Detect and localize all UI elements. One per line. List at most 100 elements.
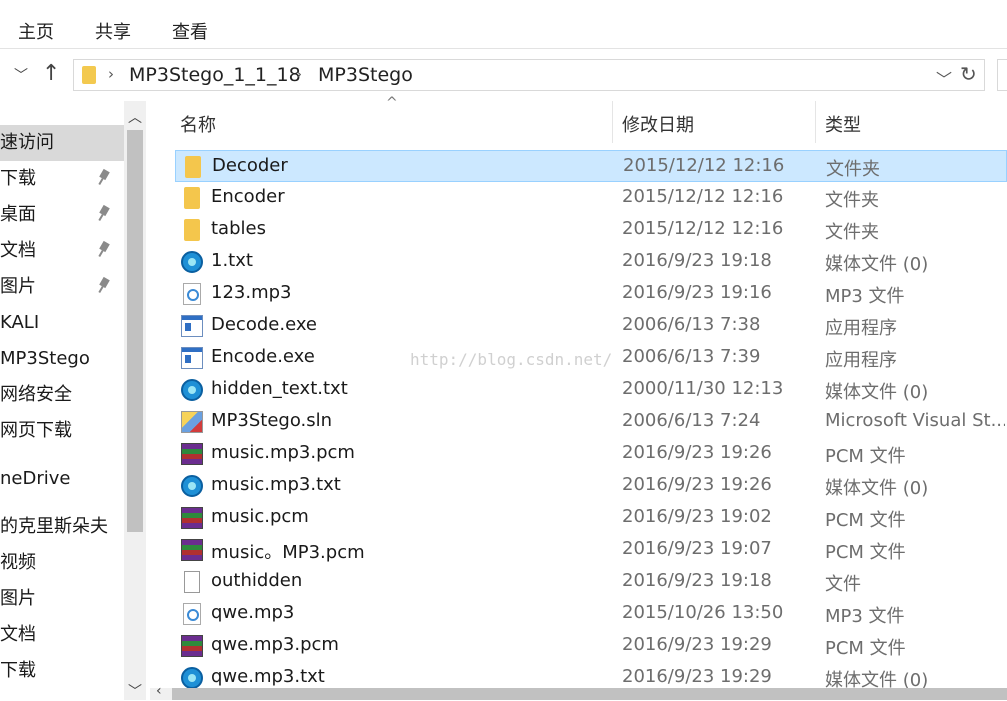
column-header-date[interactable]: 修改日期 xyxy=(622,111,694,137)
breadcrumb-mp3stego[interactable]: MP3Stego xyxy=(318,64,413,86)
file-date: 2016/9/23 19:26 xyxy=(622,442,772,463)
scroll-up-arrow-icon[interactable]: ︿ xyxy=(128,107,142,127)
file-date: 2016/9/23 19:18 xyxy=(622,570,772,591)
recent-locations-chevron-icon[interactable]: ﹀ xyxy=(14,65,28,85)
tab-share[interactable]: 共享 xyxy=(95,18,131,44)
file-row-decode-exe[interactable]: Decode.exe 2006/6/13 7:38 应用程序 xyxy=(175,310,1007,342)
sidebar-item-downloads[interactable]: 下载 xyxy=(0,161,124,197)
file-name: Encoder xyxy=(211,186,285,207)
file-date: 2015/10/26 13:50 xyxy=(622,602,784,623)
scrollbar-thumb[interactable] xyxy=(127,130,143,532)
file-type: MP3 文件 xyxy=(825,606,905,627)
sidebar-item-documents-pc[interactable]: 文档 xyxy=(0,617,124,653)
scrollbar-thumb[interactable] xyxy=(172,688,1007,700)
sidebar-item-label: 网页下载 xyxy=(0,420,72,441)
file-row-music-mp3-pcm[interactable]: music.mp3.pcm 2016/9/23 19:26 PCM 文件 xyxy=(175,438,1007,470)
file-row-music-mp3-txt[interactable]: music.mp3.txt 2016/9/23 19:26 媒体文件 (0) xyxy=(175,470,1007,502)
tab-view[interactable]: 查看 xyxy=(172,18,208,44)
sidebar-item-this-pc[interactable]: 的克里斯朵夫 xyxy=(0,509,124,545)
sidebar-item-quick-access[interactable]: 速访问 xyxy=(0,125,124,161)
file-list: Decoder 2015/12/12 12:16 文件夹 Encoder 201… xyxy=(150,150,1007,688)
sort-ascending-icon: ^ xyxy=(386,95,398,111)
column-divider[interactable] xyxy=(815,101,816,143)
file-date: 2000/11/30 12:13 xyxy=(622,378,784,399)
sidebar-item-label: MP3Stego xyxy=(0,348,90,369)
file-name: tables xyxy=(211,218,266,239)
file-row-music-pcm[interactable]: music.pcm 2016/9/23 19:02 PCM 文件 xyxy=(175,502,1007,534)
file-name: qwe.mp3.pcm xyxy=(211,634,339,655)
sidebar-item-onedrive[interactable]: neDrive xyxy=(0,461,124,497)
column-header-type[interactable]: 类型 xyxy=(825,111,861,137)
file-name: Encode.exe xyxy=(211,346,315,367)
file-row-encoder[interactable]: Encoder 2015/12/12 12:16 文件夹 xyxy=(175,182,1007,214)
file-row-123-mp3[interactable]: 123.mp3 2016/9/23 19:16 MP3 文件 xyxy=(175,278,1007,310)
sidebar-item-pictures[interactable]: 图片 xyxy=(0,269,124,305)
chevron-right-icon[interactable]: › xyxy=(296,65,302,83)
archive-icon xyxy=(181,635,203,657)
file-row-1-txt[interactable]: 1.txt 2016/9/23 19:18 媒体文件 (0) xyxy=(175,246,1007,278)
file-row-qwe-mp3-pcm[interactable]: qwe.mp3.pcm 2016/9/23 19:29 PCM 文件 xyxy=(175,630,1007,662)
refresh-icon[interactable]: ↻ xyxy=(960,62,977,86)
pin-icon xyxy=(98,206,110,222)
sidebar-item-downloads-pc[interactable]: 下载 xyxy=(0,653,124,689)
sidebar-item-documents[interactable]: 文档 xyxy=(0,233,124,269)
breadcrumb-mp3stego-1-1-18[interactable]: MP3Stego_1_1_18 xyxy=(129,64,301,86)
sidebar-item-network-security[interactable]: 网络安全 xyxy=(0,377,124,413)
file-row-mp3stego-sln[interactable]: MP3Stego.sln 2006/6/13 7:24 Microsoft Vi… xyxy=(175,406,1007,438)
pin-icon xyxy=(98,242,110,258)
exe-icon xyxy=(181,315,203,337)
exe-icon xyxy=(181,347,203,369)
sidebar-item-label: 图片 xyxy=(0,276,36,297)
sidebar-item-label: neDrive xyxy=(0,468,71,489)
tab-home[interactable]: 主页 xyxy=(18,18,54,44)
search-input[interactable] xyxy=(997,59,1007,91)
archive-icon xyxy=(181,507,203,529)
media-file-icon xyxy=(181,667,203,688)
folder-icon xyxy=(184,187,200,209)
file-row-hidden-text-txt[interactable]: hidden_text.txt 2000/11/30 12:13 媒体文件 (0… xyxy=(175,374,1007,406)
sidebar-item-web-downloads[interactable]: 网页下载 xyxy=(0,413,124,449)
file-date: 2016/9/23 19:02 xyxy=(622,506,772,527)
file-row-qwe-mp3[interactable]: qwe.mp3 2015/10/26 13:50 MP3 文件 xyxy=(175,598,1007,630)
chevron-down-icon[interactable]: ﹀ xyxy=(936,66,952,90)
file-type: 文件夹 xyxy=(826,159,880,180)
file-row-qwe-mp3-txt[interactable]: qwe.mp3.txt 2016/9/23 19:29 媒体文件 (0) xyxy=(175,662,1007,688)
sidebar-item-videos[interactable]: 视频 xyxy=(0,545,124,581)
file-type: PCM 文件 xyxy=(825,510,906,531)
file-type: 文件夹 xyxy=(825,190,879,211)
archive-icon xyxy=(181,443,203,465)
file-name: Decode.exe xyxy=(211,314,317,335)
file-date: 2006/6/13 7:24 xyxy=(622,410,761,431)
file-date: 2015/12/12 12:16 xyxy=(622,186,784,207)
file-type: PCM 文件 xyxy=(825,446,906,467)
horizontal-scrollbar[interactable]: ‹ xyxy=(150,683,1007,700)
sidebar-item-kali[interactable]: KALI xyxy=(0,305,124,341)
file-row-decoder[interactable]: Decoder 2015/12/12 12:16 文件夹 xyxy=(175,150,1007,182)
file-row-music-mp3-pcm-2[interactable]: music。MP3.pcm 2016/9/23 19:07 PCM 文件 xyxy=(175,534,1007,566)
file-name: qwe.mp3.txt xyxy=(211,666,325,687)
sidebar-item-label: 速访问 xyxy=(0,132,54,153)
sidebar-item-pictures-pc[interactable]: 图片 xyxy=(0,581,124,617)
file-date: 2016/9/23 19:29 xyxy=(622,666,772,687)
up-arrow-icon[interactable]: ↑ xyxy=(42,61,60,86)
file-row-outhidden[interactable]: outhidden 2016/9/23 19:18 文件 xyxy=(175,566,1007,598)
file-date: 2016/9/23 19:18 xyxy=(622,250,772,271)
sidebar-item-mp3stego[interactable]: MP3Stego xyxy=(0,341,124,377)
media-file-icon xyxy=(181,251,203,273)
scroll-down-arrow-icon[interactable]: ﹀ xyxy=(128,681,142,701)
file-row-tables[interactable]: tables 2015/12/12 12:16 文件夹 xyxy=(175,214,1007,246)
file-type: 媒体文件 (0) xyxy=(825,478,929,499)
scroll-left-arrow-icon[interactable]: ‹ xyxy=(156,683,162,699)
pin-icon xyxy=(98,278,110,294)
archive-icon xyxy=(181,539,203,561)
sidebar-item-label: 视频 xyxy=(0,552,36,573)
file-type: 媒体文件 (0) xyxy=(825,670,929,688)
folder-icon xyxy=(185,156,201,178)
file-date: 2006/6/13 7:39 xyxy=(622,346,761,367)
sidebar-item-desktop[interactable]: 桌面 xyxy=(0,197,124,233)
sidebar-scrollbar[interactable]: ︿ ﹀ xyxy=(124,101,146,700)
column-header-name[interactable]: 名称 xyxy=(180,111,216,137)
column-divider[interactable] xyxy=(612,101,613,143)
chevron-right-icon[interactable]: › xyxy=(108,65,114,83)
address-bar[interactable]: › MP3Stego_1_1_18 › MP3Stego ﹀ ↻ xyxy=(73,59,985,91)
